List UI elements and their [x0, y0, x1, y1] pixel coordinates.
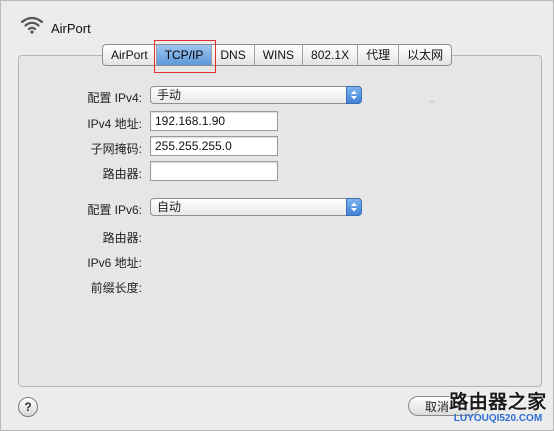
- configure-ipv6-label: 配置 IPv6:: [87, 203, 142, 217]
- wifi-icon: [20, 16, 44, 34]
- watermark-sub-text: LUYOUQI520.COM: [453, 413, 543, 424]
- ipv4-router-field[interactable]: [150, 161, 278, 181]
- ipv4-address-label: IPv4 地址:: [87, 117, 142, 131]
- watermark-main-text: 路由器之家: [449, 392, 547, 413]
- popup-stepper-icon: [346, 198, 362, 216]
- configure-ipv6-popup[interactable]: 自动: [150, 198, 362, 216]
- tab-8021x[interactable]: 802.1X: [303, 45, 359, 65]
- panel-mark: [430, 101, 434, 102]
- tab-tcpip[interactable]: TCP/IP: [153, 40, 217, 73]
- configure-ipv6-value: 自动: [157, 200, 182, 214]
- tab-dns[interactable]: DNS: [212, 45, 255, 65]
- subnet-mask-field[interactable]: 255.255.255.0: [150, 136, 278, 156]
- tab-proxy[interactable]: 代理: [358, 45, 400, 65]
- tab-ethernet[interactable]: 以太网: [399, 45, 451, 65]
- tab-bar: AirPort TCP/IP DNS WINS 802.1X 代理 以太网: [102, 40, 453, 73]
- configure-ipv4-label: 配置 IPv4:: [87, 91, 142, 105]
- ipv6-address-label: IPv6 地址:: [87, 256, 142, 270]
- help-button[interactable]: ?: [18, 397, 38, 417]
- popup-stepper-icon: [346, 86, 362, 104]
- tab-wins[interactable]: WINS: [255, 45, 304, 65]
- tab-airport[interactable]: AirPort: [103, 45, 157, 65]
- window-header: AirPort: [0, 0, 554, 44]
- watermark-logo: 路由器之家 LUYOUQI520.COM: [448, 393, 548, 427]
- window-title: AirPort: [51, 21, 91, 36]
- configure-ipv4-value: 手动: [157, 88, 182, 102]
- ipv4-address-field[interactable]: 192.168.1.90: [150, 111, 278, 131]
- ipv6-router-label: 路由器:: [102, 231, 142, 245]
- prefix-length-label: 前缀长度:: [90, 281, 142, 295]
- ipv4-router-label: 路由器:: [102, 167, 142, 181]
- configure-ipv4-popup[interactable]: 手动: [150, 86, 362, 104]
- subnet-mask-label: 子网掩码:: [90, 142, 142, 156]
